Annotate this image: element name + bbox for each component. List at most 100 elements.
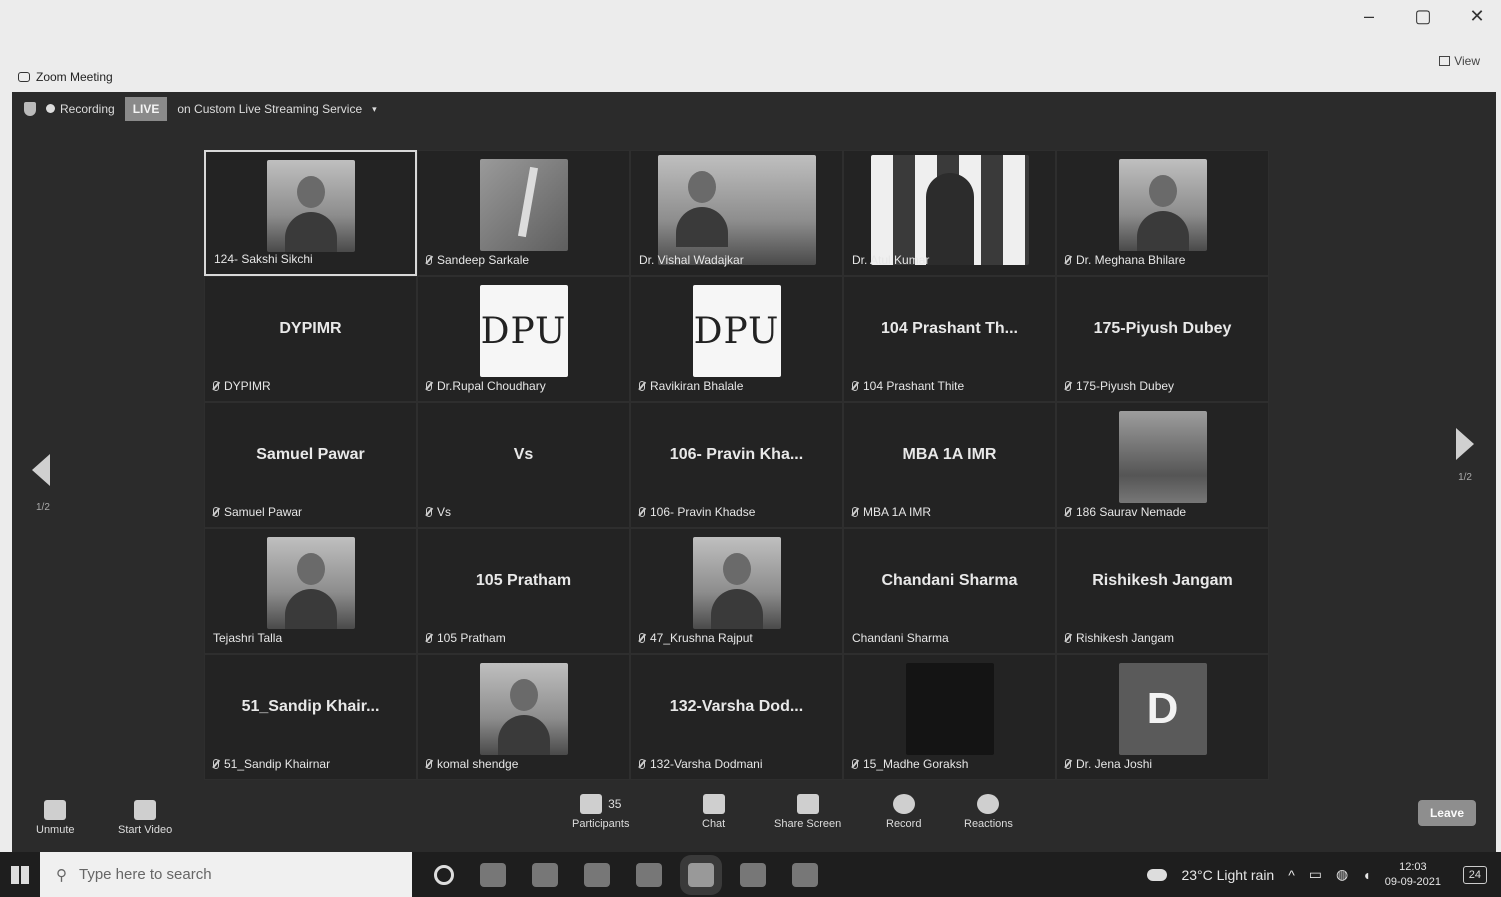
share-screen-button[interactable]: Share Screen [774,794,841,830]
participant-tile[interactable]: 175-Piyush Dubey 175-Piyush Dubey [1056,276,1269,402]
muted-mic-icon [426,381,432,391]
weather-text[interactable]: 23°C Light rain [1181,867,1274,883]
participant-display-name: DYPIMR [279,320,342,338]
participant-tile[interactable]: 15_Madhe Goraksh [843,654,1056,780]
participant-tile[interactable]: Samuel Pawar Samuel Pawar [204,402,417,528]
participant-display-name: 175-Piyush Dubey [1093,320,1232,338]
start-video-label: Start Video [118,824,173,836]
notifications-button[interactable]: 24 [1462,865,1487,884]
participant-video [266,160,355,252]
participant-tile[interactable]: Dr. Vishal Wadajkar [630,150,843,276]
participant-name-tag: Rishikesh Jangam [1065,631,1174,645]
participant-tile[interactable]: Vs Vs [417,402,630,528]
participant-display-name: Chandani Sharma [881,572,1018,590]
muted-mic-icon [1065,507,1071,517]
participant-name-tag: DYPIMR [213,379,271,393]
participant-name-tag: 124- Sakshi Sikchi [214,252,313,266]
participant-name-tag: Dr.Rupal Choudhary [426,379,546,393]
view-label: View [1454,54,1480,68]
battery-icon[interactable]: ▭ [1309,866,1322,883]
participant-tile[interactable]: Rishikesh Jangam Rishikesh Jangam [1056,528,1269,654]
participant-name-tag: Chandani Sharma [852,631,949,645]
participant-video [657,155,816,265]
participant-tile[interactable]: Sandeep Sarkale [417,150,630,276]
chrome-icon[interactable] [584,862,610,887]
participant-gallery: 124- Sakshi Sikchi Sandeep Sarkale Dr. Vis… [204,150,1269,780]
participant-name: Dr. Atul Kumar [852,253,930,267]
view-button[interactable]: View [1439,54,1480,68]
participant-tile[interactable]: 106- Pravin Kha... 106- Pravin Khadse [630,402,843,528]
participant-tile[interactable]: Dr. Meghana Bhilare [1056,150,1269,276]
reactions-button[interactable]: Reactions [964,794,1013,830]
taskbar-search[interactable]: ⚲ Type here to search [40,852,412,897]
chat-button[interactable]: Chat [702,794,725,830]
clock[interactable]: 12:03 09-09-2021 [1385,860,1441,890]
minimize-button[interactable]: – [1359,6,1379,27]
participant-tile[interactable]: Dr. Atul Kumar [843,150,1056,276]
participant-tile[interactable]: Chandani Sharma Chandani Sharma [843,528,1056,654]
network-icon[interactable]: ◍ [1336,866,1348,883]
volume-icon[interactable]: ◖ [1362,867,1370,883]
share-screen-icon [796,794,819,814]
participants-button[interactable]: 35 Participants [572,794,629,830]
previous-page-arrow-icon[interactable] [32,454,50,486]
close-button[interactable]: ✕ [1467,6,1487,27]
participant-tile[interactable]: 186 Saurav Nemade [1056,402,1269,528]
muted-mic-icon [426,759,432,769]
muted-mic-icon [1065,255,1071,265]
participant-tile[interactable]: DPU Ravikiran Bhalale [630,276,843,402]
participant-name-tag: 132-Varsha Dodmani [639,757,763,771]
next-page-arrow-icon[interactable] [1456,428,1474,460]
participant-display-name: Samuel Pawar [256,446,365,464]
participant-name-tag: 15_Madhe Goraksh [852,757,968,771]
participant-tile[interactable]: 51_Sandip Khair... 51_Sandip Khairnar [204,654,417,780]
firefox-icon[interactable] [636,862,662,887]
maximize-button[interactable]: ▢ [1413,6,1433,27]
zoom-app-icon[interactable] [688,862,714,887]
unmute-button[interactable]: Unmute [36,800,75,836]
muted-mic-icon [1065,381,1071,391]
participant-tile[interactable]: Tejashri Talla [204,528,417,654]
participant-display-name: 106- Pravin Kha... [669,446,804,464]
participant-video [266,537,355,629]
photos-icon[interactable] [740,862,766,887]
search-placeholder: Type here to search [79,866,212,883]
participant-name-tag: 186 Saurav Nemade [1065,505,1186,519]
participant-tile[interactable]: 47_Krushna Rajput [630,528,843,654]
edge-icon[interactable] [532,862,558,887]
participant-tile[interactable]: 124- Sakshi Sikchi [204,150,417,276]
participant-name: 106- Pravin Khadse [650,505,756,519]
muted-mic-icon [639,381,645,391]
word-icon[interactable] [792,862,818,887]
participant-tile[interactable]: 104 Prashant Th... 104 Prashant Thite [843,276,1056,402]
participant-name: Dr. Meghana Bhilare [1076,253,1186,267]
leave-button[interactable]: Leave [1417,800,1476,826]
participant-name: 104 Prashant Thite [863,379,965,393]
participant-tile[interactable]: D Dr. Jena Joshi [1056,654,1269,780]
participant-tile[interactable]: DYPIMR DYPIMR [204,276,417,402]
cortana-icon[interactable] [434,864,454,885]
participant-display-name: Rishikesh Jangam [1092,572,1233,590]
muted-mic-icon [426,507,432,517]
chevron-up-icon[interactable]: ^ [1288,867,1295,883]
participants-count: 35 [608,797,622,811]
chat-icon [702,794,725,814]
clock-date: 09-09-2021 [1384,875,1441,888]
start-button[interactable] [0,865,40,884]
participant-name-tag: 175-Piyush Dubey [1065,379,1174,393]
participant-name: MBA 1A IMR [863,505,932,519]
security-shield-icon[interactable] [24,102,36,116]
participant-tile[interactable]: 132-Varsha Dod... 132-Varsha Dodmani [630,654,843,780]
participant-tile[interactable]: MBA 1A IMR MBA 1A IMR [843,402,1056,528]
start-video-button[interactable]: Start Video [118,800,172,836]
task-view-icon[interactable] [480,862,506,887]
participant-tile[interactable]: 105 Pratham 105 Pratham [417,528,630,654]
participant-name-tag: komal shendge [426,757,518,771]
record-button[interactable]: Record [886,794,921,830]
stream-dropdown-icon[interactable]: ▾ [372,104,377,115]
participant-tile[interactable]: komal shendge [417,654,630,780]
reactions-icon [977,794,1000,814]
recording-label: Recording [60,102,115,116]
participant-name: komal shendge [437,757,519,771]
participant-tile[interactable]: DPU Dr.Rupal Choudhary [417,276,630,402]
